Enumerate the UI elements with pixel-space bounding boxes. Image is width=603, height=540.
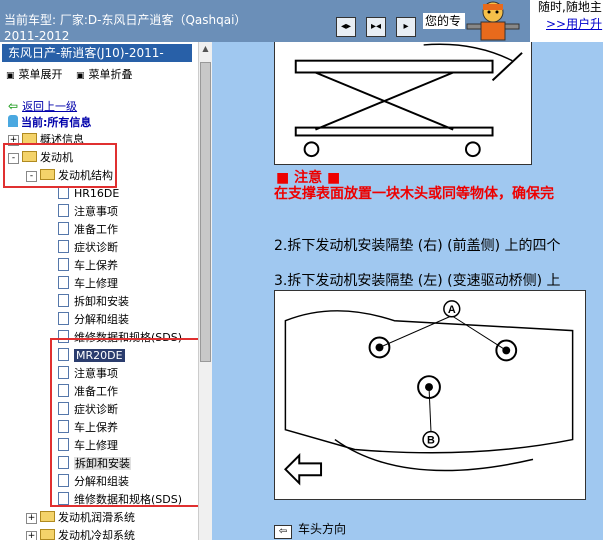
expand-icon[interactable]: + bbox=[26, 513, 37, 524]
document-icon bbox=[58, 294, 69, 307]
folder-icon bbox=[40, 511, 55, 522]
document-icon bbox=[58, 240, 69, 253]
direction-arrow-icon bbox=[283, 453, 323, 486]
note-text: 在支撑表面放置一块木头或同等物体，确保完 bbox=[274, 186, 554, 202]
scroll-up-icon[interactable]: ▲ bbox=[199, 42, 212, 56]
tree-item-label: 车上修理 bbox=[74, 277, 118, 290]
arrow-left-icon: ⇦ bbox=[274, 525, 292, 539]
callout-a: A bbox=[448, 304, 456, 316]
upgrade-link[interactable]: >>用户升 bbox=[546, 17, 602, 31]
callout-b: B bbox=[427, 435, 435, 447]
tree-item-label: 发动机润滑系统 bbox=[58, 511, 135, 524]
promo-panel: 随时,随地主 >>用户升 bbox=[530, 0, 603, 42]
tree-item-label: 分解和组装 bbox=[74, 313, 129, 326]
tree-item-label: 注意事项 bbox=[74, 205, 118, 218]
document-icon bbox=[58, 222, 69, 235]
tree-item[interactable]: 准备工作 bbox=[58, 221, 118, 239]
tree-toolbar: 菜单展开 菜单折叠 bbox=[6, 66, 143, 82]
tree-item[interactable]: 车上修理 bbox=[58, 275, 118, 293]
mascot-icon bbox=[466, 1, 520, 41]
expand-icon[interactable]: + bbox=[26, 531, 37, 540]
vehicle-title: 当前车型: 厂家:D-东风日产逍客（Qashqai） bbox=[4, 13, 247, 27]
back-label: 返回上一级 bbox=[22, 100, 78, 113]
expand-menu-button[interactable]: 菜单展开 bbox=[6, 68, 63, 81]
nav-next-button[interactable]: ▸ bbox=[396, 17, 416, 37]
sidebar: 东风日产-新逍客(J10)-2011- 菜单展开 菜单折叠 ⇦返回上一级 当前:… bbox=[0, 42, 212, 540]
tree-item[interactable]: 注意事项 bbox=[58, 203, 118, 221]
current-label: 当前:所有信息 bbox=[21, 116, 92, 129]
document-icon bbox=[58, 276, 69, 289]
tree-item-label: 发动机冷却系统 bbox=[58, 529, 135, 540]
info-icon bbox=[8, 115, 18, 127]
promo-text: 随时,随地主 bbox=[538, 0, 602, 14]
tree-item[interactable]: 症状诊断 bbox=[58, 239, 118, 257]
tree-item-label: 准备工作 bbox=[74, 223, 118, 236]
folder-icon bbox=[40, 529, 55, 540]
current-location: 当前:所有信息 bbox=[8, 114, 91, 130]
manual-content: ■ 注意 ■ 在支撑表面放置一块木头或同等物体，确保完 2.拆下发动机安装隔垫 … bbox=[212, 42, 603, 540]
step-3-text: 3.拆下发动机安装隔垫 (左) (变速驱动桥侧) 上 bbox=[274, 273, 561, 289]
document-icon bbox=[58, 204, 69, 217]
back-arrow-icon: ⇦ bbox=[8, 99, 19, 113]
vehicle-year: 2011-2012 bbox=[4, 29, 70, 42]
tree-item-label: HR16DE bbox=[74, 187, 120, 200]
tree-item[interactable]: 分解和组装 bbox=[58, 311, 129, 329]
legend-text: 车头方向 bbox=[298, 522, 347, 536]
tree-item[interactable]: + 发动机冷却系统 bbox=[26, 527, 135, 540]
collapse-menu-button[interactable]: 菜单折叠 bbox=[76, 68, 133, 81]
title-bar: 当前车型: 厂家:D-东风日产逍客（Qashqai） 2011-2012 ◂▸ … bbox=[0, 0, 603, 42]
tree-item-label: 拆卸和安装 bbox=[74, 295, 129, 308]
step-2-text: 2.拆下发动机安装隔垫 (右) (前盖侧) 上的四个 bbox=[274, 238, 561, 254]
document-icon bbox=[58, 258, 69, 271]
nav-prev-button[interactable]: ◂▸ bbox=[336, 17, 356, 37]
tree-item[interactable]: + 发动机润滑系统 bbox=[26, 509, 135, 527]
annotation-box-mr20de bbox=[50, 338, 212, 507]
engine-mount-illustration: A B bbox=[274, 290, 586, 500]
tree-item[interactable]: 车上保养 bbox=[58, 257, 118, 275]
tree-item[interactable]: 拆卸和安装 bbox=[58, 293, 129, 311]
tree-item-label: 车上保养 bbox=[74, 259, 118, 272]
tree-item-label: 症状诊断 bbox=[74, 241, 118, 254]
scroll-thumb[interactable] bbox=[200, 62, 211, 362]
back-link[interactable]: ⇦ 返回上一级 bbox=[8, 98, 77, 114]
annotation-box-engine bbox=[3, 143, 117, 188]
nav-split-button[interactable]: ▸◂ bbox=[366, 17, 386, 37]
car-model-bar: 东风日产-新逍客(J10)-2011- bbox=[2, 44, 192, 62]
legend: ⇦ 车头方向 bbox=[274, 520, 346, 539]
lift-table-illustration bbox=[274, 42, 532, 165]
document-icon bbox=[58, 312, 69, 325]
scrollbar[interactable]: ▲ bbox=[198, 42, 212, 540]
